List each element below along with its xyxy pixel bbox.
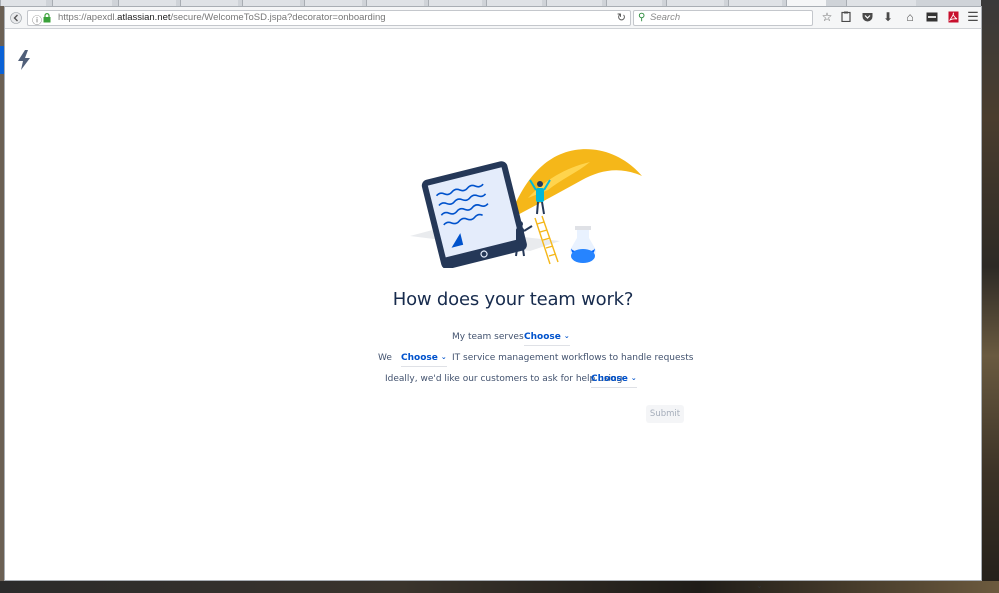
- chevron-down-icon: ⌄: [630, 374, 637, 382]
- pocket-icon[interactable]: [860, 10, 874, 24]
- dropdown-label: Choose: [591, 374, 628, 384]
- search-bar[interactable]: ⚲ Search: [633, 10, 813, 26]
- jira-service-desk-logo-icon[interactable]: [16, 50, 32, 70]
- team-serves-dropdown[interactable]: Choose ⌄: [524, 332, 570, 346]
- chevron-down-icon: ⌄: [440, 353, 447, 361]
- url-text[interactable]: https://apexdl.atlassian.net/secure/Welc…: [58, 12, 386, 23]
- clipboard-icon: [841, 11, 851, 23]
- chevron-down-icon: ⌄: [563, 332, 570, 340]
- submit-button[interactable]: Submit: [646, 405, 684, 423]
- pocket-shape-icon: [862, 13, 872, 22]
- back-arrow-icon: [10, 12, 22, 24]
- navigation-toolbar: ⓘ https://apexdl.atlassian.net/secure/We…: [5, 7, 981, 29]
- screen-icon: [926, 12, 938, 22]
- onboarding-illustration: [410, 149, 642, 268]
- page-content: How does your team work? My team serves …: [5, 30, 981, 580]
- url-path: /secure/WelcomeToSD.jspa?decorator=onboa…: [170, 12, 386, 23]
- home-icon[interactable]: ⌂: [903, 10, 917, 24]
- help-channel-dropdown[interactable]: Choose ⌄: [591, 374, 637, 388]
- scroll-down-icon[interactable]: ⌄: [756, 581, 763, 590]
- url-domain: atlassian.net: [117, 12, 171, 23]
- reload-icon[interactable]: ↻: [617, 11, 626, 24]
- customers-help-label: Ideally, we'd like our customers to ask …: [385, 374, 623, 384]
- bookmark-star-icon[interactable]: ☆: [820, 10, 834, 24]
- url-prefix: https://apexdl.: [58, 12, 118, 23]
- lock-icon[interactable]: [43, 13, 51, 23]
- workflows-dropdown[interactable]: Choose ⌄: [401, 353, 447, 367]
- address-bar[interactable]: ⓘ https://apexdl.atlassian.net/secure/We…: [27, 10, 631, 27]
- reading-list-icon[interactable]: [839, 10, 853, 24]
- pdf-icon[interactable]: [946, 10, 960, 24]
- search-icon: ⚲: [638, 12, 646, 23]
- search-placeholder: Search: [650, 12, 681, 23]
- screenshot-icon[interactable]: [925, 10, 939, 24]
- page-title: How does your team work?: [392, 289, 634, 310]
- info-icon[interactable]: ⓘ: [32, 12, 42, 27]
- browser-window: ⓘ https://apexdl.atlassian.net/secure/We…: [4, 6, 982, 581]
- desktop-taskbar-strip: [0, 581, 999, 593]
- menu-hamburger-icon[interactable]: ☰: [966, 10, 980, 24]
- team-serves-label: My team serves: [452, 332, 524, 342]
- acrobat-icon: [948, 11, 958, 23]
- back-button[interactable]: [8, 10, 24, 26]
- workflows-suffix-label: IT service management workflows to handl…: [452, 353, 694, 363]
- download-icon[interactable]: ⬇: [881, 10, 895, 24]
- we-label: We: [378, 353, 392, 363]
- dropdown-label: Choose: [524, 332, 561, 342]
- dropdown-label: Choose: [401, 353, 438, 363]
